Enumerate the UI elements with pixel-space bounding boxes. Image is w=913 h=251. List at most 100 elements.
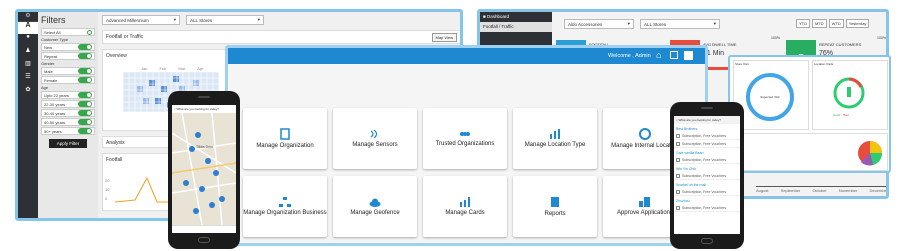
list-item[interactable]: Subscription, Free Vouchers (674, 132, 740, 140)
section-title: Zhuzhou (676, 199, 690, 203)
overview-title: Overview (106, 53, 127, 59)
map-place-label: Tibba Dem (196, 145, 213, 149)
age-4[interactable]: 50+ years (41, 127, 95, 135)
tile-manage-organization-business[interactable]: Manage Organization Business (243, 176, 327, 237)
phone-list-screen: ⌕ What are you looking for today? Best B… (674, 116, 740, 234)
section-title: Snorkel on the mall (676, 183, 706, 187)
toggle[interactable] (78, 44, 92, 50)
list-item[interactable]: Subscription, Free Vouchers (674, 188, 740, 196)
period-tabs: YTD MTD WTD Yesterday (796, 19, 870, 28)
customer-type-label: Customer Type (41, 37, 69, 42)
list-item[interactable]: Subscription, Free Vouchers (674, 156, 740, 164)
chart-icon[interactable]: ▥ (18, 60, 38, 73)
phone-list: ⌕ What are you looking for today? Best B… (670, 102, 744, 249)
store-select[interactable]: ALL Stores ▾ (186, 15, 264, 25)
phone-speaker (198, 96, 210, 98)
phone-home-button[interactable] (701, 238, 713, 244)
toggle[interactable] (78, 68, 92, 74)
list-item[interactable]: Subscription, Free Vouchers (674, 140, 740, 148)
map-view[interactable] (172, 113, 236, 225)
customer-type-repeat[interactable]: Repeat (41, 52, 95, 60)
age-1[interactable]: 22-30 years (41, 100, 95, 108)
gender-label: Gender (41, 61, 55, 66)
metric-select[interactable]: Footfall or Traffic (106, 34, 143, 40)
tile-manage-location-type[interactable]: Manage Location Type (513, 108, 597, 169)
tile-manage-geofence[interactable]: Manage Geofence (333, 176, 417, 237)
tile-reports[interactable]: Reports (513, 176, 597, 237)
tile-manage-sensors[interactable]: Manage Sensors (333, 108, 417, 169)
checkbox-icon[interactable] (676, 141, 680, 146)
tile-manage-organization[interactable]: Manage Organization (243, 108, 327, 169)
option-label: 40-50 years (44, 119, 66, 125)
age-2[interactable]: 30-40 years (41, 109, 95, 117)
grid-icon[interactable] (670, 51, 678, 59)
checkbox-icon[interactable] (676, 157, 680, 162)
tile-manage-cards[interactable]: Manage Cards (423, 176, 507, 237)
metric-bar: Footfall or Traffic Map View (102, 30, 460, 44)
age-0[interactable]: Upto 22 years (41, 91, 95, 99)
toggle[interactable] (78, 128, 92, 134)
period-mtd[interactable]: MTD (812, 19, 827, 28)
tile-label: Manage Geofence (350, 209, 400, 216)
customer-type-new[interactable]: New (41, 43, 95, 51)
checkbox-icon[interactable] (676, 205, 680, 210)
checkbox-icon[interactable] (676, 133, 680, 138)
month-label: September (780, 188, 801, 193)
checkbox-icon[interactable] (676, 173, 680, 178)
toggle[interactable] (78, 110, 92, 116)
store-select-right[interactable]: ALL Stores ▾ (640, 19, 720, 29)
section-title: Win Yin Chih (676, 167, 697, 171)
home-icon[interactable]: ⌂ (656, 50, 661, 60)
legend-good: Good (833, 113, 841, 117)
repeat-stat-label: REPEAT CUSTOMERS (819, 42, 862, 47)
nav-dashboard[interactable]: ■ Dashboard (480, 12, 552, 22)
mini-dashboard-window: Store Visit Expected Visit Location Visi… (728, 55, 891, 173)
cloud-icon (369, 198, 381, 207)
month-label: Jan (141, 66, 148, 71)
period-wtd[interactable]: WTD (828, 19, 844, 28)
phone-search-input[interactable]: ⌕ What are you looking for today? (674, 116, 740, 124)
age-3[interactable]: 40-50 years (41, 118, 95, 126)
map-view-button[interactable]: Map View (431, 33, 457, 42)
location-visit-card: Location Visits Good Bad (812, 60, 888, 130)
section-title: Best Brothers (676, 127, 698, 131)
toggle[interactable] (78, 77, 92, 83)
tile-trusted-organizations[interactable]: Trusted Organizations (423, 108, 507, 169)
period-ytd[interactable]: YTD (796, 19, 810, 28)
toggle[interactable] (78, 101, 92, 107)
toggle[interactable] (78, 92, 92, 98)
gender-male[interactable]: Male (41, 67, 95, 75)
brand-select-right[interactable]: Aldo Accessories ▾ (564, 19, 634, 29)
radio-icon[interactable] (87, 29, 92, 35)
age-label: Age (41, 85, 49, 90)
nav-footfall[interactable]: Footfall / Traffic (480, 22, 552, 32)
brand-select-value: Advanced Millennium (106, 17, 149, 23)
apply-filter-button[interactable]: Apply Filter (49, 139, 87, 148)
option-label: Male (44, 68, 53, 74)
tile-label: Reports (544, 211, 566, 217)
gender-female[interactable]: Female (41, 76, 95, 84)
bar-chart-icon (550, 129, 560, 139)
select-all-row[interactable]: Select All (41, 28, 95, 36)
list-item[interactable]: Subscription, Free Vouchers (674, 172, 740, 180)
chevron-down-icon: ▾ (627, 21, 630, 26)
toggle[interactable] (78, 119, 92, 125)
admin-window: Welcome , Admin ⌂ Manage Organization Ma… (225, 45, 708, 246)
settings-icon[interactable]: ✿ (18, 86, 38, 99)
dwell-pct: 100% (771, 36, 780, 40)
tile-label: Manage Internal Location (611, 143, 679, 149)
location-icon[interactable]: ● (18, 34, 38, 47)
logout-icon[interactable] (684, 51, 693, 60)
list-item[interactable]: Subscription, Free Vouchers (674, 204, 740, 212)
checkbox-icon[interactable] (676, 189, 680, 194)
list-icon[interactable]: ☰ (18, 73, 38, 86)
phone-home-button[interactable] (198, 237, 210, 243)
toggle[interactable] (78, 53, 92, 59)
filter-a-icon[interactable]: A (18, 22, 38, 34)
brand-select[interactable]: Advanced Millennium ▾ (102, 15, 180, 25)
phone-search-input[interactable]: ⌕ What are you looking for today? (172, 105, 236, 113)
month-label: December (869, 188, 888, 193)
gear-icon[interactable]: ⚙ (18, 12, 38, 22)
period-yesterday[interactable]: Yesterday (845, 19, 870, 28)
user-icon[interactable]: ♟ (18, 47, 38, 60)
